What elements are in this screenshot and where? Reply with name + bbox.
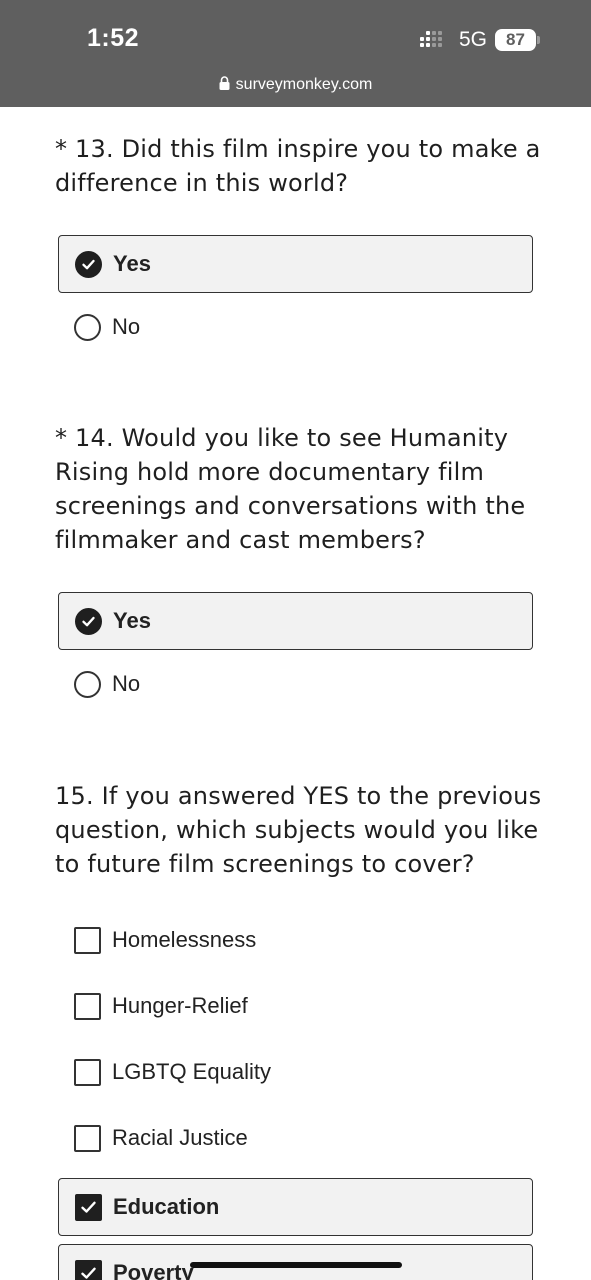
q13-option-no[interactable]: No	[58, 298, 533, 356]
network-type: 5G	[459, 28, 488, 51]
signal-strength-icon	[420, 31, 451, 51]
q14-option-yes-label: Yes	[113, 608, 151, 633]
lock-icon	[219, 76, 230, 90]
checkbox-unchecked-icon	[74, 992, 101, 1020]
checkbox-unchecked-icon	[74, 926, 101, 954]
question-13-text: * 13. Did this film inspire you to make …	[55, 135, 541, 197]
q14-option-no-label: No	[112, 671, 141, 696]
q15-option-homelessness-label: Homelessness	[112, 927, 257, 952]
q14-option-no[interactable]: No	[58, 655, 533, 713]
radio-unchecked-icon	[74, 670, 101, 698]
q15-option-homelessness[interactable]: Homelessness	[58, 911, 533, 969]
status-bar: 1:52 5G 87 surveymonkey.com	[0, 0, 591, 107]
q13-option-yes-label: Yes	[113, 251, 151, 276]
q14-option-yes[interactable]: Yes	[58, 592, 533, 650]
checkbox-unchecked-icon	[74, 1058, 101, 1086]
clock: 1:52	[87, 24, 140, 52]
battery-icon: 87	[495, 29, 536, 51]
radio-checked-icon	[75, 607, 102, 635]
url-text: surveymonkey.com	[235, 76, 373, 93]
checkbox-checked-icon	[75, 1193, 102, 1221]
radio-checked-icon	[75, 250, 102, 278]
q15-option-lgbtq-equality-label: LGBTQ Equality	[112, 1059, 271, 1084]
q15-option-racial-justice-label: Racial Justice	[112, 1125, 248, 1150]
q13-option-no-label: No	[112, 314, 141, 339]
checkbox-checked-icon	[75, 1259, 102, 1280]
q13-option-yes[interactable]: Yes	[58, 235, 533, 293]
q15-option-racial-justice[interactable]: Racial Justice	[58, 1109, 533, 1167]
radio-unchecked-icon	[74, 313, 101, 341]
q15-option-hunger-relief[interactable]: Hunger-Relief	[58, 977, 533, 1035]
address-bar[interactable]: surveymonkey.com	[0, 76, 591, 94]
question-14-text: * 14. Would you like to see Humanity Ris…	[55, 424, 526, 554]
q15-option-poverty-label: Poverty	[113, 1260, 194, 1280]
checkbox-unchecked-icon	[74, 1124, 101, 1152]
q15-option-education[interactable]: Education	[58, 1178, 533, 1236]
question-15-text: 15. If you answered YES to the previous …	[55, 782, 542, 878]
battery-tip	[537, 36, 540, 44]
q15-option-lgbtq-equality[interactable]: LGBTQ Equality	[58, 1043, 533, 1101]
home-indicator[interactable]	[190, 1262, 402, 1268]
q15-option-education-label: Education	[113, 1194, 220, 1219]
q15-option-hunger-relief-label: Hunger-Relief	[112, 993, 248, 1018]
